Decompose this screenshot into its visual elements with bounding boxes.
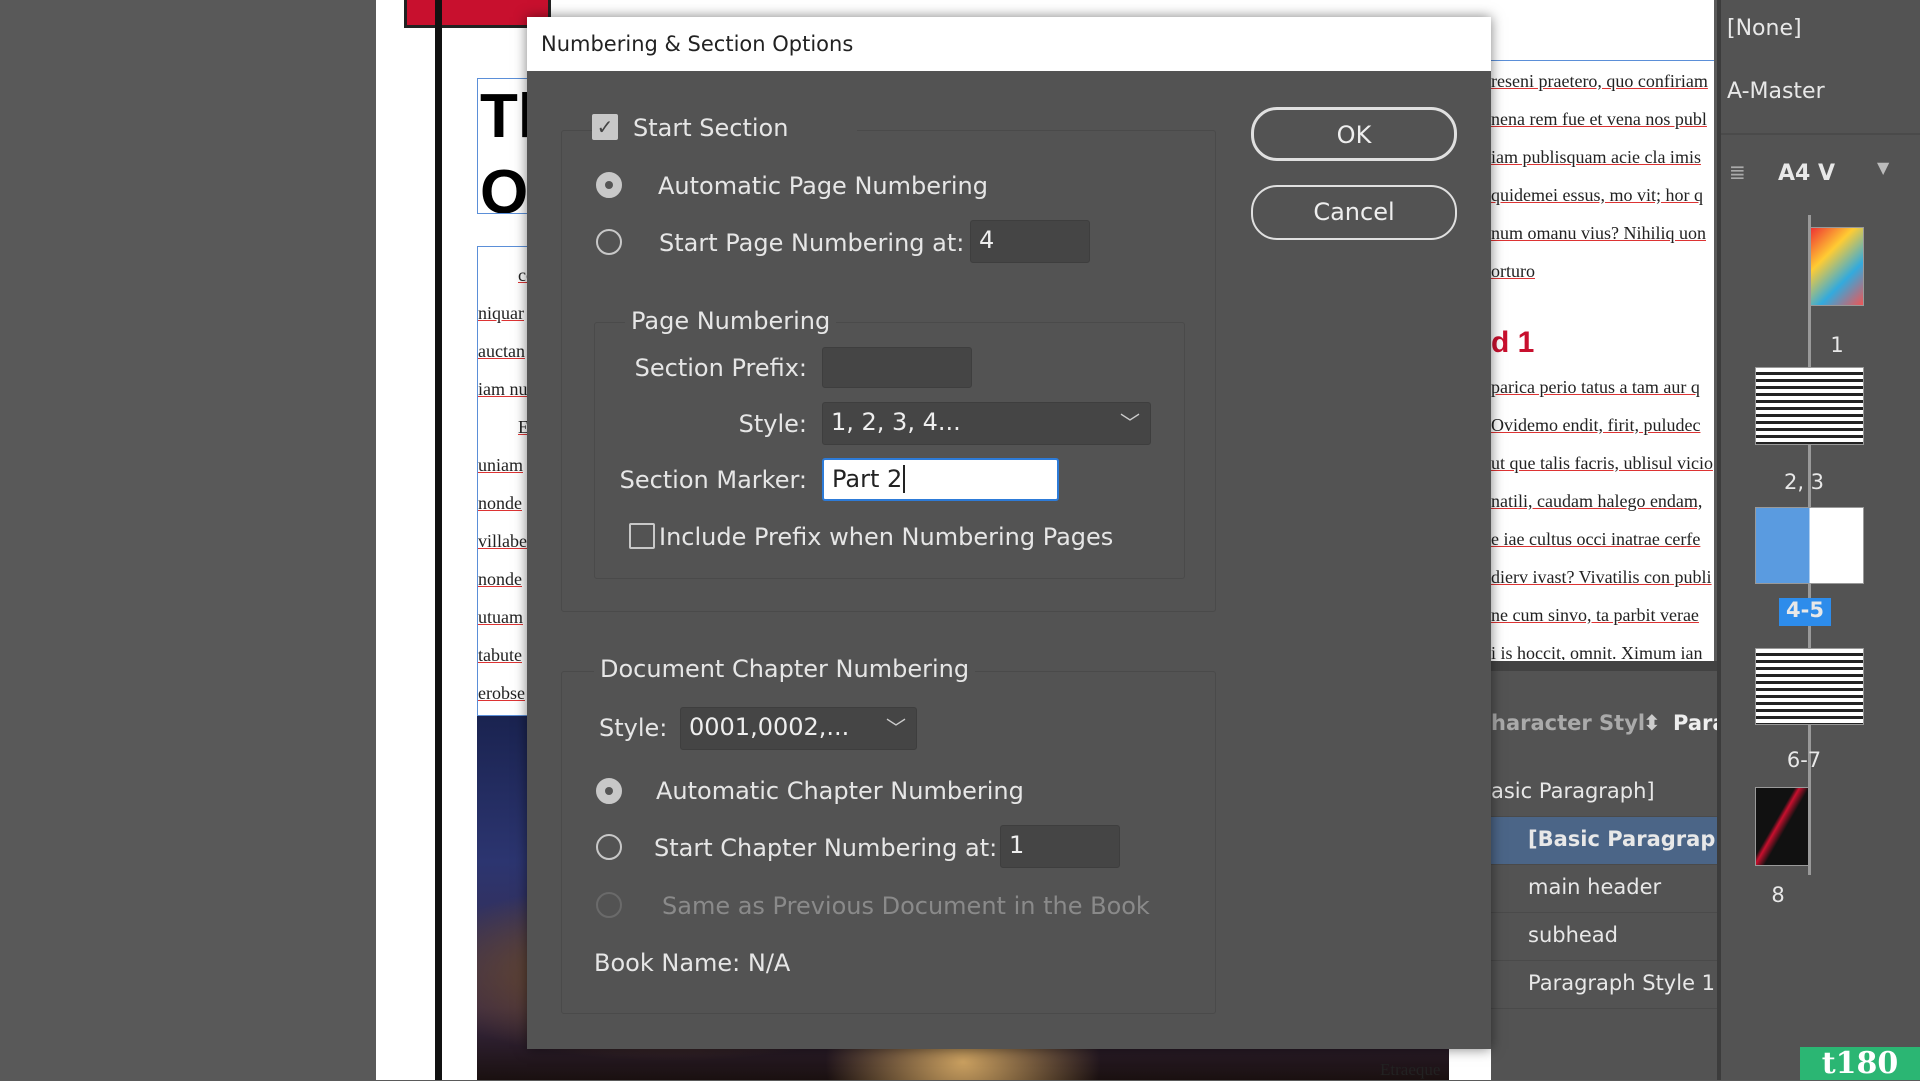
style-item[interactable]: Paragraph Style 1	[1491, 961, 1717, 1009]
text-fragment: uniam	[478, 455, 523, 475]
text-line: dierv ivast? Vivatilis con publi	[1491, 567, 1712, 587]
include-prefix-checkbox[interactable]	[629, 523, 655, 549]
section-marker-input[interactable]: Part 2​	[822, 458, 1059, 501]
text-line: nena rem fue et vena nos publ	[1491, 109, 1707, 129]
start-page-input[interactable]: 4	[970, 220, 1090, 263]
section-marker-label: Section Marker:	[619, 466, 807, 494]
right-text-frame: reseni praetero, quo confiriam nena rem f…	[1491, 60, 1714, 660]
auto-page-numbering-radio[interactable]	[596, 172, 622, 198]
page-size-select[interactable]: A4 V	[1778, 161, 1835, 186]
page-style-select[interactable]: 1, 2, 3, 4... ﹀	[822, 402, 1151, 445]
master-none[interactable]: [None]	[1727, 16, 1802, 41]
text-line: quidemei essus, mo vit; hor q	[1491, 185, 1703, 205]
chevron-down-icon: ﹀	[886, 716, 906, 740]
menu-icon[interactable]: ≣	[1729, 160, 1746, 184]
master-a[interactable]: A-Master	[1727, 79, 1825, 104]
style-item[interactable]: [Basic Paragraph	[1491, 817, 1717, 865]
text-line: Ovidemo endit, firit, puludec	[1491, 415, 1701, 435]
text-fragment: nonde	[478, 493, 522, 513]
same-as-previous-radio	[596, 892, 622, 918]
text-line: natili, caudam halego endam,	[1491, 491, 1703, 511]
text-fragment: iam nu	[478, 379, 528, 399]
text-line: parica perio tatus a tam aur q	[1491, 377, 1700, 397]
style-item[interactable]: asic Paragraph]	[1491, 769, 1717, 817]
auto-chapter-radio[interactable]	[596, 778, 622, 804]
start-chapter-input[interactable]: 1	[1000, 825, 1120, 868]
text-line: iam publisquam acie cla imis	[1491, 147, 1701, 167]
same-as-previous-label: Same as Previous Document in the Book	[662, 892, 1150, 920]
text-line: num omanu vius? Nihiliq uon	[1491, 223, 1706, 243]
page-label[interactable]: 2, 3	[1764, 470, 1844, 494]
sort-icon[interactable]: ⬍	[1643, 711, 1661, 735]
style-item[interactable]: main header	[1491, 865, 1717, 913]
page-label[interactable]: 6-7	[1764, 748, 1844, 772]
numbering-section-dialog: Numbering & Section Options ✓ Start Sect…	[527, 17, 1491, 1049]
text-line: orturo	[1491, 261, 1535, 281]
pasteboard	[0, 0, 376, 1080]
text-line: ne cum sinvo, ta parbit verae	[1491, 605, 1699, 625]
paragraph-styles-panel: haracter Styl ⬍ Para asic Paragraph] [Bas…	[1491, 661, 1727, 1080]
section-prefix-label: Section Prefix:	[634, 354, 807, 382]
book-name: Book Name: N/A	[594, 949, 791, 977]
auto-page-numbering-label: Automatic Page Numbering	[658, 172, 988, 200]
text-fragment: niquar	[478, 303, 524, 323]
tab-character-styles[interactable]: haracter Styl	[1491, 711, 1645, 735]
text-fragment: villabe	[478, 531, 527, 551]
text-line: e iae cultus occi inatrae cerfe	[1491, 529, 1701, 549]
page-style-value: 1, 2, 3, 4...	[831, 408, 961, 436]
text-fragment: Etraeque	[1380, 1060, 1441, 1079]
page-thumbnail[interactable]	[1755, 507, 1864, 584]
text-line: reseni praetero, quo confiriam	[1491, 71, 1708, 91]
text-fragment: erobse	[478, 683, 525, 703]
include-prefix-label: Include Prefix when Numbering Pages	[659, 523, 1114, 551]
chevron-down-icon[interactable]: ▼	[1877, 158, 1889, 177]
page-numbering-title: Page Numbering	[625, 307, 837, 335]
start-page-numbering-radio[interactable]	[596, 229, 622, 255]
start-chapter-radio[interactable]	[596, 834, 622, 860]
watermark-logo: t180	[1800, 1047, 1920, 1080]
text-fragment: utuam	[478, 607, 523, 627]
ok-button[interactable]: OK	[1251, 107, 1457, 161]
page-thumbnail[interactable]	[1755, 367, 1864, 445]
auto-chapter-label: Automatic Chapter Numbering	[656, 777, 1024, 805]
page-edge	[435, 0, 442, 1080]
page-thumbnail[interactable]	[1810, 227, 1864, 306]
page-label[interactable]: 1	[1797, 333, 1877, 357]
page-label[interactable]: 8	[1738, 883, 1818, 907]
page-thumbnail[interactable]	[1755, 787, 1809, 866]
section-marker-value: Part 2	[832, 465, 903, 493]
start-section-checkbox[interactable]: ✓	[592, 114, 618, 140]
dialog-title: Numbering & Section Options	[527, 17, 1491, 71]
text-cursor: ​	[903, 465, 906, 493]
chapter-style-label: Style:	[599, 714, 668, 742]
page-thumbnail[interactable]	[1755, 648, 1864, 725]
style-label: Style:	[738, 410, 807, 438]
page-label[interactable]: 4-5	[1779, 598, 1831, 626]
section-prefix-input[interactable]	[822, 347, 972, 388]
style-item[interactable]: subhead	[1491, 913, 1717, 961]
text-fragment: tabute	[478, 645, 522, 665]
start-page-numbering-label: Start Page Numbering at:	[659, 229, 965, 257]
start-section-label: Start Section	[633, 114, 789, 142]
text-line: i is hoccit, omnit. Ximum ian	[1491, 643, 1703, 660]
chapter-style-select[interactable]: 0001,0002,... ﹀	[680, 707, 917, 750]
subheading: d 1	[1491, 326, 1535, 359]
text-fragment: nonde	[478, 569, 522, 589]
start-chapter-label: Start Chapter Numbering at:	[654, 834, 998, 862]
divider	[1721, 133, 1920, 135]
text-fragment: auctan	[478, 341, 525, 361]
cancel-button[interactable]: Cancel	[1251, 185, 1457, 240]
chapter-style-value: 0001,0002,...	[689, 713, 850, 741]
text-line: ut que talis facris, ublisul vicio	[1491, 453, 1713, 473]
chapter-numbering-title: Document Chapter Numbering	[594, 655, 976, 683]
chevron-down-icon: ﹀	[1120, 411, 1140, 435]
